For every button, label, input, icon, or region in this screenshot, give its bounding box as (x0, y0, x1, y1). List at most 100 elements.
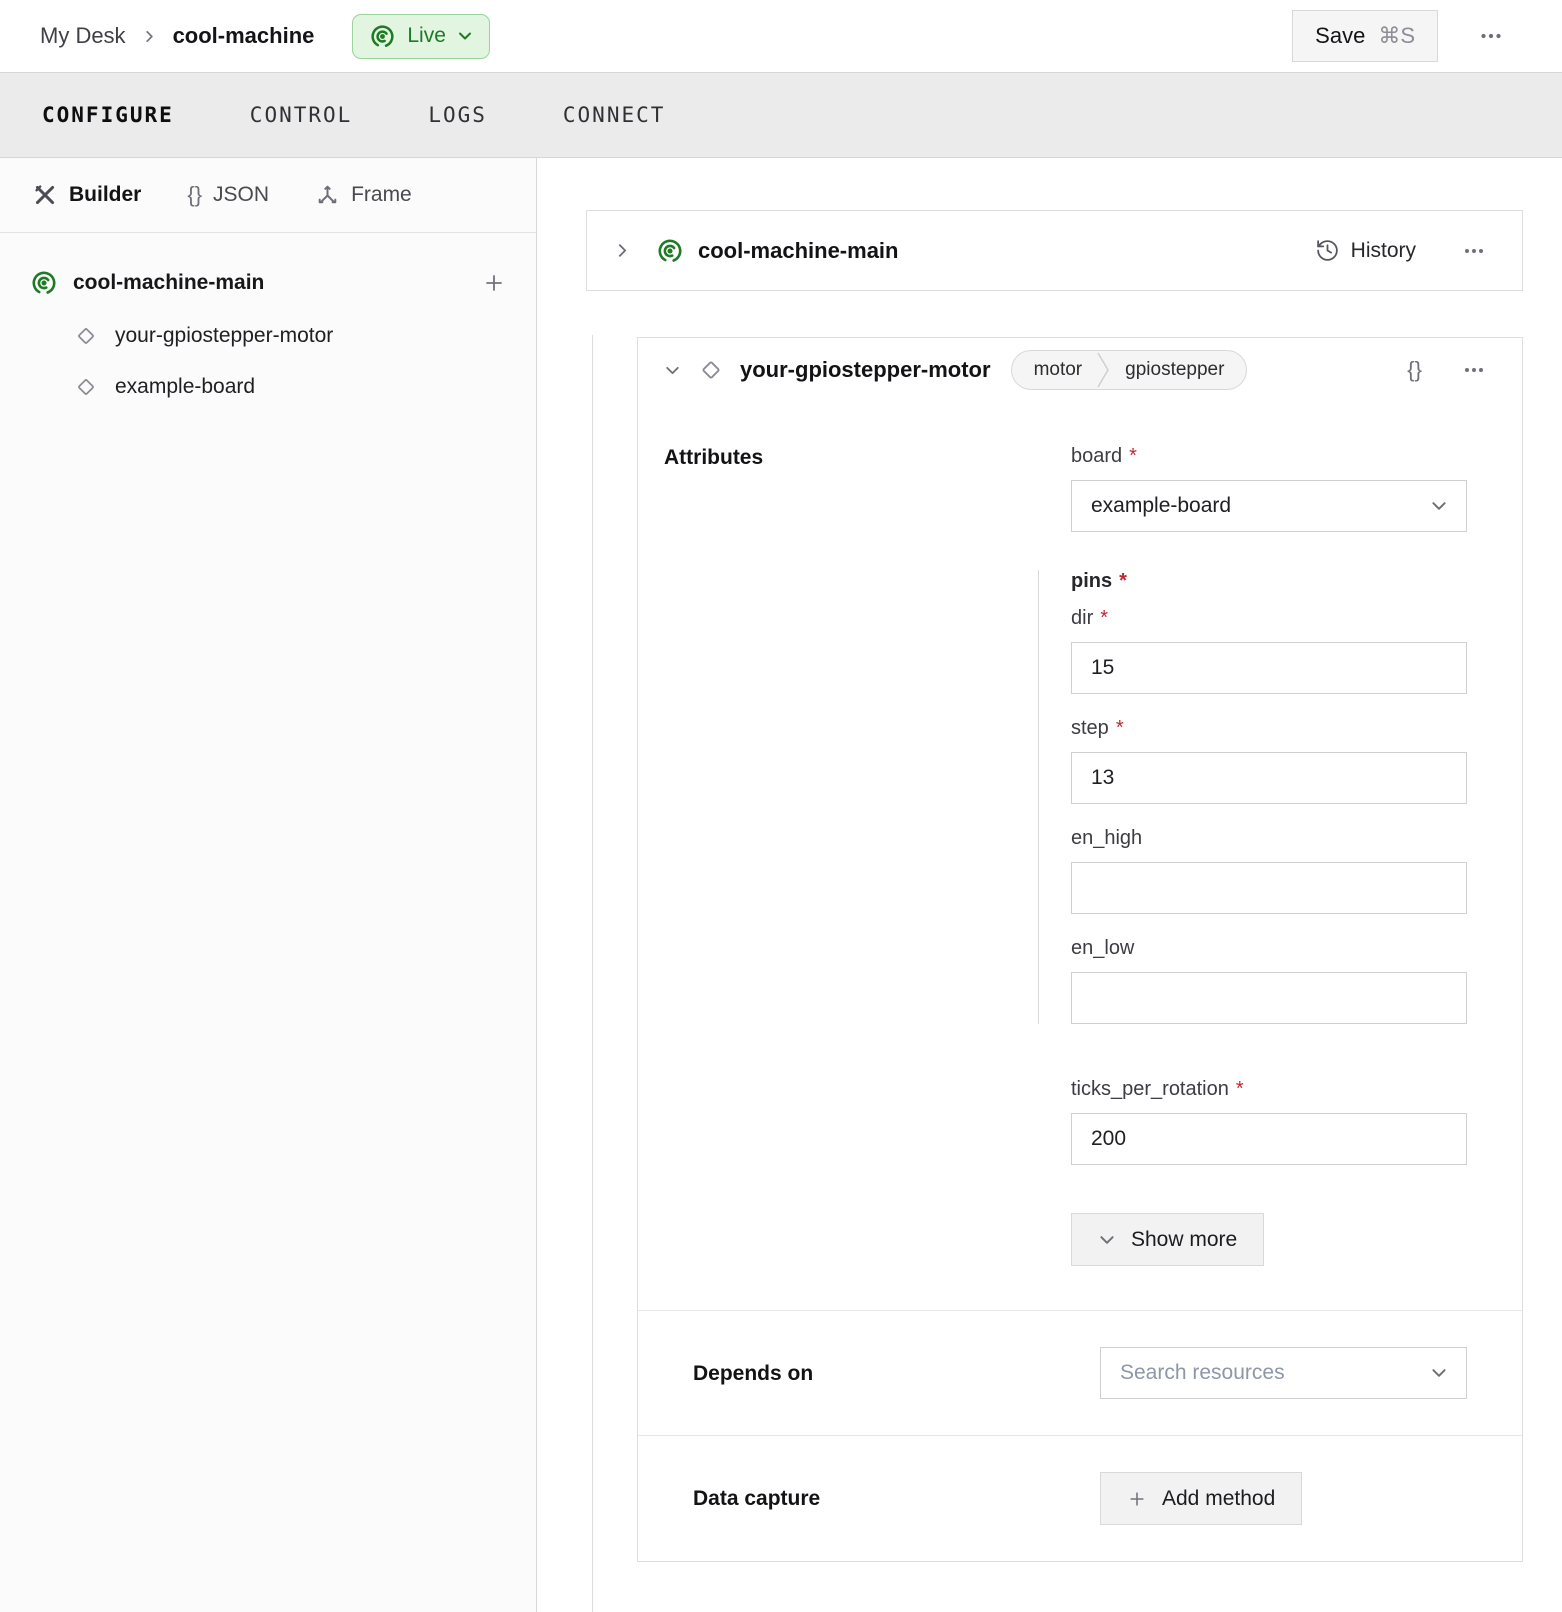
pins-group-label: pins (1071, 570, 1112, 593)
tab-control[interactable]: CONTROL (250, 103, 353, 127)
depends-on-section-label: Depends on (693, 1361, 1100, 1386)
show-more-button[interactable]: Show more (1071, 1213, 1264, 1266)
frame-axes-icon (315, 183, 340, 208)
en-low-field: en_low (1071, 937, 1467, 1024)
machine-part-card: cool-machine-main History (586, 210, 1523, 291)
expand-chevron-right-icon[interactable] (614, 242, 631, 259)
live-machine-icon (369, 23, 396, 50)
view-tab-json[interactable]: {} JSON (187, 182, 269, 208)
pins-group: pins * dir * step (1038, 570, 1467, 1024)
board-select[interactable]: example-board (1071, 480, 1467, 532)
en-low-field-label: en_low (1071, 937, 1134, 960)
chevron-down-icon (1098, 1231, 1116, 1249)
ellipsis-icon (1460, 237, 1488, 265)
dir-field-label: dir (1071, 607, 1093, 630)
component-more-menu-button[interactable] (1456, 352, 1492, 388)
resource-tree: cool-machine-main your-gpiostepper-motor… (0, 233, 536, 399)
show-more-label: Show more (1131, 1228, 1237, 1252)
component-title: your-gpiostepper-motor (740, 357, 991, 383)
tree-item-gpiostepper-motor[interactable]: your-gpiostepper-motor (74, 324, 506, 348)
save-shortcut: ⌘S (1378, 23, 1415, 49)
view-tab-builder-label: Builder (69, 183, 141, 207)
data-capture-section-label: Data capture (693, 1486, 1100, 1511)
board-field-label: board (1071, 445, 1122, 468)
header-actions: Save ⌘S (1292, 10, 1510, 62)
step-input[interactable] (1071, 752, 1467, 804)
view-tab-frame[interactable]: Frame (315, 183, 412, 208)
dir-input[interactable] (1071, 642, 1467, 694)
view-tab-builder[interactable]: Builder (32, 182, 141, 208)
depends-on-placeholder: Search resources (1120, 1361, 1285, 1385)
tree-item-machine-part[interactable]: cool-machine-main (30, 269, 506, 297)
step-field-label: step (1071, 717, 1109, 740)
sidebar-view-tabs: Builder {} JSON Frame (0, 158, 536, 233)
required-marker: * (1236, 1078, 1244, 1101)
add-resource-icon[interactable] (482, 271, 506, 295)
component-card-header: your-gpiostepper-motor motor gpiostepper… (638, 338, 1522, 402)
tree-item-gpiostepper-motor-label: your-gpiostepper-motor (115, 324, 333, 348)
machine-part-title: cool-machine-main (698, 238, 898, 264)
tree-connector-line (592, 335, 593, 1612)
add-method-button[interactable]: Add method (1100, 1472, 1302, 1525)
history-icon (1315, 238, 1340, 263)
machine-part-icon (656, 237, 684, 265)
tree-item-machine-part-label: cool-machine-main (73, 271, 467, 295)
live-status-label: Live (407, 24, 446, 48)
tree-item-example-board-label: example-board (115, 375, 255, 399)
ticks-per-rotation-field: ticks_per_rotation * (1071, 1078, 1467, 1165)
board-select-value: example-board (1091, 494, 1231, 518)
json-braces-icon: {} (187, 182, 202, 208)
save-label: Save (1315, 23, 1365, 49)
required-marker: * (1129, 445, 1137, 468)
live-status-dropdown[interactable]: Live (352, 14, 490, 59)
builder-tools-icon (32, 182, 58, 208)
configure-sidebar: Builder {} JSON Frame co (0, 158, 537, 1612)
ticks-per-rotation-label: ticks_per_rotation (1071, 1078, 1229, 1101)
machine-tabbar: CONFIGURE CONTROL LOGS CONNECT (0, 72, 1562, 158)
board-field: board * example-board (1071, 445, 1467, 532)
tree-item-example-board[interactable]: example-board (74, 375, 506, 399)
view-tab-json-label: JSON (213, 183, 269, 207)
depends-on-section: Depends on Search resources (638, 1310, 1522, 1435)
badge-type-label: motor (1012, 359, 1097, 381)
tab-connect[interactable]: CONNECT (563, 103, 666, 127)
en-high-field-label: en_high (1071, 827, 1142, 850)
ellipsis-icon (1460, 356, 1488, 384)
component-diamond-icon (74, 324, 98, 348)
required-marker: * (1116, 717, 1124, 740)
chevron-down-icon (1430, 497, 1448, 515)
breadcrumb-current: cool-machine (173, 23, 315, 49)
required-marker: * (1100, 607, 1108, 630)
en-high-input[interactable] (1071, 862, 1467, 914)
view-tab-frame-label: Frame (351, 183, 412, 207)
machine-part-icon (30, 269, 58, 297)
history-button[interactable]: History (1315, 238, 1416, 263)
header-more-menu-button[interactable] (1472, 17, 1510, 55)
plus-icon (1127, 1489, 1147, 1509)
tab-configure[interactable]: CONFIGURE (42, 103, 174, 127)
component-diamond-icon (698, 357, 724, 383)
part-more-menu-button[interactable] (1456, 233, 1492, 269)
en-low-input[interactable] (1071, 972, 1467, 1024)
add-method-label: Add method (1162, 1487, 1275, 1511)
data-capture-section: Data capture Add method (638, 1435, 1522, 1561)
breadcrumb: My Desk cool-machine (40, 23, 314, 49)
collapse-chevron-down-icon[interactable] (664, 362, 681, 379)
component-diamond-icon (74, 375, 98, 399)
edit-json-icon[interactable]: {} (1407, 357, 1422, 383)
tab-logs[interactable]: LOGS (428, 103, 487, 127)
required-marker: * (1119, 570, 1127, 593)
component-card-gpiostepper: your-gpiostepper-motor motor gpiostepper… (637, 337, 1523, 1562)
history-label: History (1351, 239, 1416, 263)
chevron-down-icon (1430, 1364, 1448, 1382)
component-type-badge: motor gpiostepper (1011, 350, 1248, 390)
ticks-per-rotation-input[interactable] (1071, 1113, 1467, 1165)
attributes-section-label: Attributes (664, 445, 1071, 1266)
save-button[interactable]: Save ⌘S (1292, 10, 1438, 62)
depends-on-select[interactable]: Search resources (1100, 1347, 1467, 1399)
attributes-section: Attributes board * example-board (638, 402, 1522, 1310)
breadcrumb-root[interactable]: My Desk (40, 23, 126, 49)
breadcrumb-chevron-icon (142, 29, 157, 44)
en-high-field: en_high (1071, 827, 1467, 914)
dir-field: dir * (1071, 607, 1467, 694)
